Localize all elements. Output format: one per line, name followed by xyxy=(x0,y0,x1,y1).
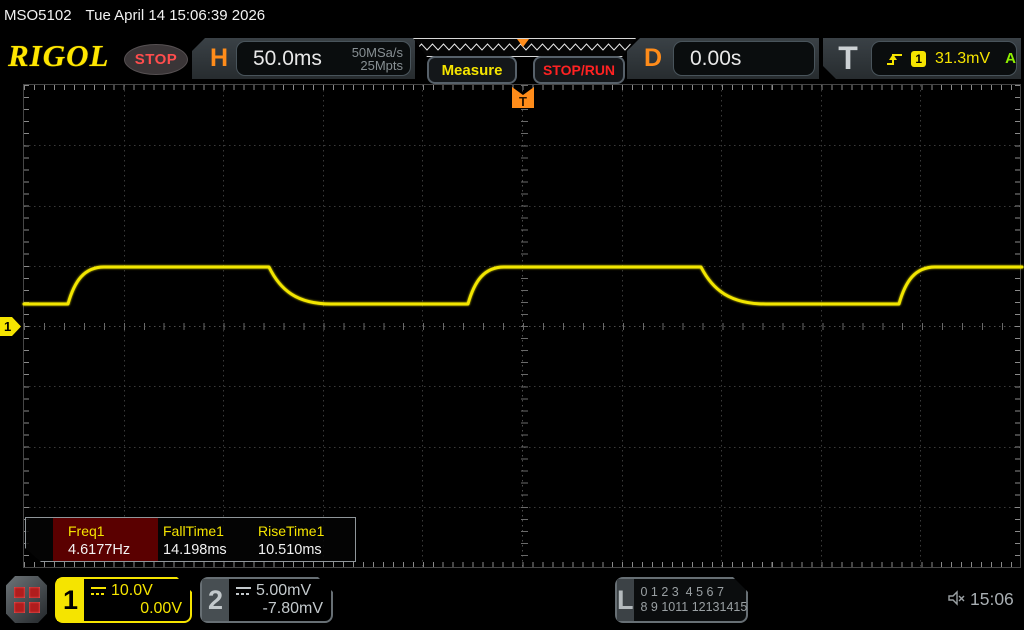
top-info-bar: MSO5102 Tue April 14 15:06:39 2026 xyxy=(0,0,1024,30)
preview-trigger-position-icon xyxy=(517,39,529,47)
horizontal-label: H xyxy=(209,44,229,72)
grid-icon xyxy=(13,586,40,613)
measure-button[interactable]: Measure xyxy=(427,56,517,84)
trigger-slope-icon xyxy=(886,51,902,67)
channel2-badge[interactable]: 2 5.00mV -7.80mV xyxy=(200,577,333,623)
stop-run-button[interactable]: STOP/RUN xyxy=(533,56,625,84)
measurement-value: 4.6177Hz xyxy=(68,542,131,558)
delay-panel[interactable]: D 0.00s xyxy=(627,38,819,79)
datetime: Tue April 14 15:06:39 2026 xyxy=(85,6,266,24)
channel2-scale: 5.00mV xyxy=(256,582,312,599)
logic-channels-row2: 8 9 1011 12131415 xyxy=(640,600,748,614)
rigol-logo: RIGOL xyxy=(8,38,110,73)
channel1-ground-marker[interactable]: 1 xyxy=(0,317,21,336)
channel1-scale: 10.0V xyxy=(111,582,153,599)
measurement-label: FallTime1 xyxy=(163,523,224,539)
function-navigation-button[interactable] xyxy=(6,576,47,623)
acquisition-state-badge: STOP xyxy=(124,44,188,75)
logic-channels-badge[interactable]: L 0 1 2 3 4 5 6 7 8 9 1011 12131415 xyxy=(615,577,748,623)
delay-value: 0.00s xyxy=(690,46,742,70)
channel1-waveform xyxy=(22,265,1024,306)
clock: 15:06 xyxy=(970,589,1014,609)
sound-muted-icon[interactable] xyxy=(947,590,967,608)
measurements-panel[interactable]: Freq1 4.6177Hz FallTime1 14.198ms RiseTi… xyxy=(25,517,356,562)
trigger-level-value: 31.3mV xyxy=(935,49,991,67)
horizontal-panel[interactable]: H 50.0ms 50MSa/s 25Mpts xyxy=(192,38,415,79)
trigger-mode: A xyxy=(1005,50,1016,67)
channel2-offset: -7.80mV xyxy=(262,600,323,617)
trigger-label: T xyxy=(838,40,858,76)
measurement-label: Freq1 xyxy=(68,523,105,539)
model-name: MSO5102 xyxy=(4,6,72,24)
delay-label: D xyxy=(643,44,663,72)
channel2-number: 2 xyxy=(202,579,229,621)
logic-channels-row1: 0 1 2 3 4 5 6 7 xyxy=(640,585,724,599)
memory-depth: 25Mpts xyxy=(360,57,403,73)
logic-label: L xyxy=(617,579,634,621)
channel1-number: 1 xyxy=(57,579,84,621)
measurement-label: RiseTime1 xyxy=(258,523,325,539)
channel1-badge[interactable]: 1 10.0V 0.00V xyxy=(55,577,192,623)
graticule xyxy=(22,84,1024,568)
timebase-value: 50.0ms xyxy=(253,46,322,70)
measurement-value: 10.510ms xyxy=(258,542,322,558)
waveform-preview-strip[interactable] xyxy=(413,38,636,57)
dc-coupling-icon xyxy=(235,586,252,597)
trigger-panel[interactable]: T 1 31.3mV A xyxy=(823,38,1021,79)
dc-coupling-icon xyxy=(90,586,107,597)
channel1-offset: 0.00V xyxy=(140,600,182,617)
trigger-source-badge: 1 xyxy=(911,51,926,67)
measurement-value: 14.198ms xyxy=(163,542,227,558)
